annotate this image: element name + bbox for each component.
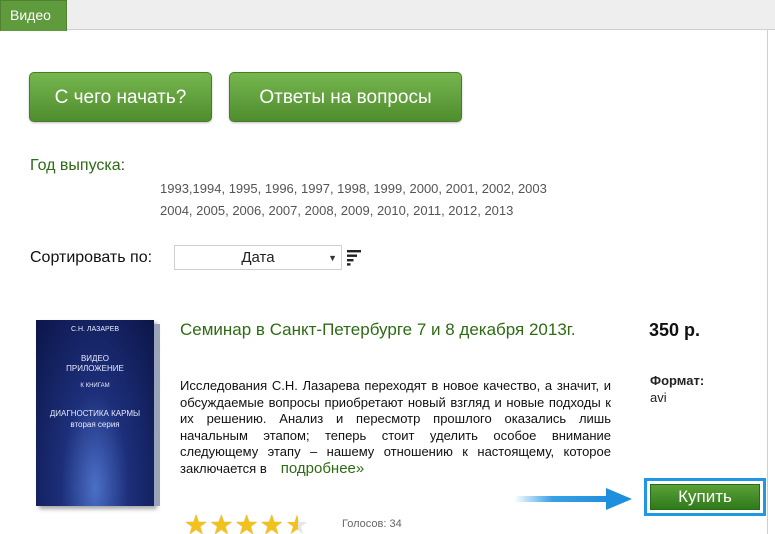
read-more-link[interactable]: подробнее» xyxy=(281,460,364,477)
rating-stars[interactable]: ★ ★ ★ ★ ★ xyxy=(184,511,309,534)
chevron-down-icon: ▼ xyxy=(328,253,337,263)
year-link-1994[interactable]: 1994 xyxy=(193,181,222,196)
tab-video[interactable]: Видео xyxy=(0,0,67,31)
star-icon[interactable]: ★ xyxy=(285,511,309,534)
sort-select[interactable]: Дата ▼ xyxy=(174,245,342,270)
product-price: 350 р. xyxy=(649,320,701,340)
buy-button[interactable]: Купить xyxy=(650,484,760,510)
star-icon[interactable]: ★ xyxy=(184,511,208,534)
year-link-2011[interactable]: 2011 xyxy=(413,203,441,218)
buy-button-highlight: Купить xyxy=(644,478,766,516)
sort-select-value: Дата xyxy=(241,249,275,266)
year-link-2006[interactable]: 2006 xyxy=(232,203,261,218)
year-filter-label: Год выпуска: xyxy=(30,157,126,174)
year-link-2010[interactable]: 2010 xyxy=(377,203,406,218)
vote-count: Голосов: 34 xyxy=(342,518,402,530)
year-link-1993[interactable]: 1993 xyxy=(160,181,189,196)
star-icon[interactable]: ★ xyxy=(209,511,233,534)
year-link-2005[interactable]: 2005 xyxy=(196,203,225,218)
product-description: Исследования С.Н. Лазарева переходят в н… xyxy=(180,378,611,477)
year-link-1996[interactable]: 1996 xyxy=(265,181,294,196)
year-link-2002[interactable]: 2002 xyxy=(482,181,511,196)
year-row-2: 2004, 2005, 2006, 2007, 2008, 2009, 2010… xyxy=(160,203,514,218)
cover-spine xyxy=(154,324,160,506)
star-icon[interactable]: ★ xyxy=(234,511,258,534)
year-link-2013[interactable]: 2013 xyxy=(484,203,513,218)
format-label: Формат: xyxy=(650,373,705,388)
year-filter-list: 1993,1994, 1995, 1996, 1997, 1998, 1999,… xyxy=(160,178,620,222)
arrow-right-icon xyxy=(514,488,632,510)
product-cover-image[interactable]: С.Н. ЛАЗАРЕВ ВИДЕО ПРИЛОЖЕНИЕ К КНИГАМ ДИ… xyxy=(36,320,160,506)
year-link-2000[interactable]: 2000 xyxy=(409,181,438,196)
sort-label: Сортировать по: xyxy=(30,249,153,266)
year-link-2008[interactable]: 2008 xyxy=(305,203,334,218)
year-row-1: 1993,1994, 1995, 1996, 1997, 1998, 1999,… xyxy=(160,181,547,196)
year-link-1999[interactable]: 1999 xyxy=(373,181,402,196)
year-link-1995[interactable]: 1995 xyxy=(229,181,258,196)
year-link-2003[interactable]: 2003 xyxy=(518,181,547,196)
year-link-2001[interactable]: 2001 xyxy=(446,181,475,196)
video-catalog-panel: С чего начать? Ответы на вопросы Год вып… xyxy=(0,30,768,534)
cover-title: ВИДЕО ПРИЛОЖЕНИЕ xyxy=(66,354,124,373)
getting-started-button[interactable]: С чего начать? xyxy=(29,72,212,122)
star-icon[interactable]: ★ xyxy=(260,511,284,534)
year-link-2007[interactable]: 2007 xyxy=(268,203,297,218)
year-link-1997[interactable]: 1997 xyxy=(301,181,330,196)
sort-order-icon[interactable] xyxy=(346,248,362,266)
cover-author: С.Н. ЛАЗАРЕВ xyxy=(70,326,120,333)
format-value: avi xyxy=(650,390,667,405)
faq-button[interactable]: Ответы на вопросы xyxy=(229,72,462,122)
year-link-2004[interactable]: 2004 xyxy=(160,203,189,218)
year-link-1998[interactable]: 1998 xyxy=(337,181,366,196)
cover-subtitle: К КНИГАМ xyxy=(80,383,110,389)
year-link-2012[interactable]: 2012 xyxy=(448,203,477,218)
year-link-2009[interactable]: 2009 xyxy=(341,203,370,218)
tab-bar: Видео xyxy=(0,0,775,31)
cover-main-title: ДИАГНОСТИКА КАРМЫ вторая серия xyxy=(49,409,141,429)
product-title[interactable]: Семинар в Санкт-Петербурге 7 и 8 декабря… xyxy=(180,318,600,342)
